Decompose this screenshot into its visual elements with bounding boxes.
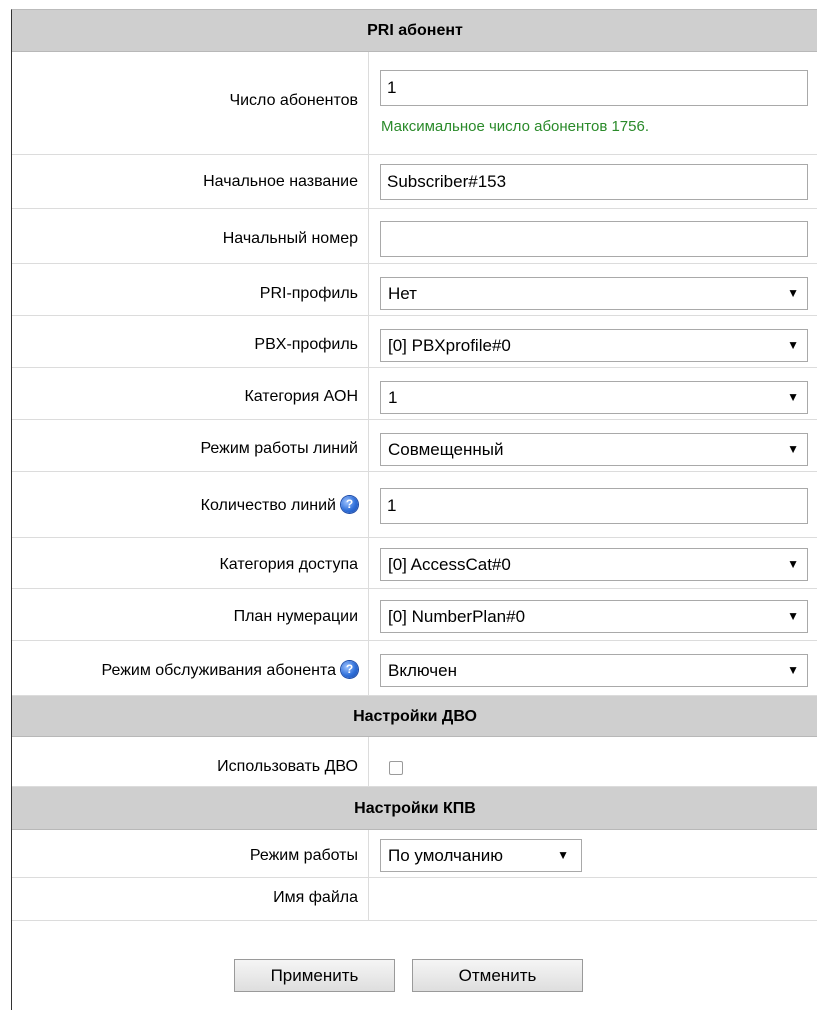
apply-button[interactable]: Применить (234, 959, 395, 992)
row-kpv-mode: Режим работы По умолчанию ▼ (12, 830, 817, 878)
line-mode-select[interactable]: Совмещенный ▼ (380, 433, 808, 466)
initial-name-input[interactable]: Subscriber#153 (380, 164, 808, 200)
line-count-input[interactable]: 1 (380, 488, 808, 524)
subscriber-count-input[interactable]: 1 (380, 70, 808, 106)
help-icon[interactable]: ? (341, 661, 358, 678)
row-initial-number: Начальный номер (12, 209, 817, 264)
aon-category-select[interactable]: 1 ▼ (380, 381, 808, 414)
service-mode-select[interactable]: Включен ▼ (380, 654, 808, 687)
field-label: PBX-профиль (254, 336, 358, 353)
selected-value: [0] NumberPlan#0 (388, 607, 526, 626)
row-access-category: Категория доступа [0] AccessCat#0 ▼ (12, 538, 817, 589)
selected-value: 1 (388, 388, 398, 407)
initial-number-input[interactable] (380, 221, 808, 257)
field-label: Режим обслуживания абонента? (12, 661, 358, 680)
field-label: Число абонентов (229, 92, 358, 109)
field-label: Количество линий? (12, 496, 358, 515)
row-aon-category: Категория АОН 1 ▼ (12, 368, 817, 420)
row-subscriber-count: Число абонентов 1 Максимальное число або… (12, 52, 817, 155)
row-line-mode: Режим работы линий Совмещенный ▼ (12, 420, 817, 472)
selected-value: Совмещенный (388, 440, 504, 459)
section-header-dvo: Настройки ДВО (12, 696, 817, 737)
chevron-down-icon: ▼ (787, 442, 799, 456)
field-label: Начальное название (203, 173, 358, 190)
pri-subscriber-form: PRI абонент Число абонентов 1 Максимальн… (11, 9, 817, 1010)
field-label: Режим работы линий (200, 440, 358, 457)
chevron-down-icon: ▼ (787, 609, 799, 623)
selected-value: Включен (388, 661, 457, 680)
numbering-plan-select[interactable]: [0] NumberPlan#0 ▼ (380, 600, 808, 633)
field-label: Категория АОН (244, 388, 358, 405)
row-pbx-profile: PBX-профиль [0] PBXprofile#0 ▼ (12, 316, 817, 368)
section-header-kpv: Настройки КПВ (12, 787, 817, 830)
chevron-down-icon: ▼ (787, 663, 799, 677)
row-initial-name: Начальное название Subscriber#153 (12, 155, 817, 209)
field-label: PRI-профиль (259, 285, 358, 302)
chevron-down-icon: ▼ (557, 848, 569, 862)
row-service-mode: Режим обслуживания абонента? Включен ▼ (12, 641, 817, 696)
field-label: Использовать ДВО (217, 758, 358, 775)
selected-value: По умолчанию (388, 846, 503, 865)
help-icon[interactable]: ? (341, 496, 358, 513)
max-subscribers-hint: Максимальное число абонентов 1756. (381, 118, 650, 135)
chevron-down-icon: ▼ (787, 286, 799, 300)
chevron-down-icon: ▼ (787, 557, 799, 571)
selected-value: [0] AccessCat#0 (388, 555, 511, 574)
field-label: Категория доступа (219, 556, 358, 573)
use-dvo-checkbox[interactable] (389, 761, 403, 775)
chevron-down-icon: ▼ (787, 390, 799, 404)
row-pri-profile: PRI-профиль Нет ▼ (12, 264, 817, 316)
kpv-mode-select[interactable]: По умолчанию ▼ (380, 839, 582, 872)
selected-value: [0] PBXprofile#0 (388, 336, 511, 355)
row-line-count: Количество линий? 1 (12, 472, 817, 538)
row-file-name: Имя файла (12, 878, 817, 921)
row-numbering-plan: План нумерации [0] NumberPlan#0 ▼ (12, 589, 817, 641)
selected-value: Нет (388, 284, 417, 303)
pri-profile-select[interactable]: Нет ▼ (380, 277, 808, 310)
field-label: Начальный номер (222, 230, 358, 247)
field-label: Режим работы (249, 847, 358, 864)
chevron-down-icon: ▼ (787, 338, 799, 352)
section-header-pri: PRI абонент (12, 10, 817, 52)
section-title: Настройки ДВО (353, 708, 477, 725)
access-category-select[interactable]: [0] AccessCat#0 ▼ (380, 548, 808, 581)
row-use-dvo: Использовать ДВО (12, 737, 817, 787)
field-label: План нумерации (233, 608, 358, 625)
section-title: PRI абонент (367, 22, 463, 39)
cancel-button[interactable]: Отменить (412, 959, 583, 992)
field-label: Имя файла (273, 889, 358, 906)
pbx-profile-select[interactable]: [0] PBXprofile#0 ▼ (380, 329, 808, 362)
section-title: Настройки КПВ (354, 800, 476, 817)
